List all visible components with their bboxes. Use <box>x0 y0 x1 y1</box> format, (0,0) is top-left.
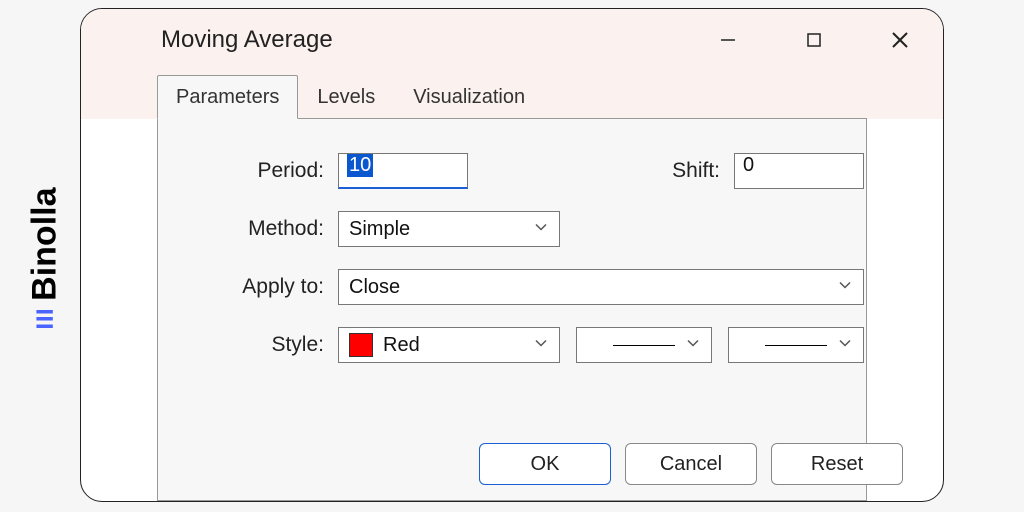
tab-label: Parameters <box>176 86 279 109</box>
reset-button[interactable]: Reset <box>771 443 903 485</box>
shift-value: 0 <box>743 154 754 176</box>
moving-average-dialog: Moving Average Parameters Levels Visuali… <box>80 8 944 502</box>
ok-button[interactable]: OK <box>479 443 611 485</box>
brand-name: Binolla <box>26 187 65 300</box>
tab-parameters[interactable]: Parameters <box>157 75 298 119</box>
shift-label: Shift: <box>672 159 720 183</box>
style-color-select[interactable]: Red <box>338 327 560 363</box>
chevron-down-icon <box>533 218 549 241</box>
tab-strip: Parameters Levels Visualization <box>81 71 943 119</box>
maximize-icon <box>806 32 822 48</box>
chevron-down-icon <box>685 334 701 357</box>
tab-visualization[interactable]: Visualization <box>394 75 544 119</box>
method-value: Simple <box>349 218 410 241</box>
minimize-button[interactable] <box>685 9 771 71</box>
period-label: Period: <box>192 159 324 183</box>
chevron-down-icon <box>533 334 549 357</box>
close-button[interactable] <box>857 9 943 71</box>
brand-logo-icon: ⲷ <box>37 301 53 333</box>
button-label: Reset <box>811 453 863 476</box>
style-label: Style: <box>192 333 324 357</box>
line-sample-icon <box>613 345 675 346</box>
style-color-name: Red <box>383 334 420 357</box>
apply-to-value: Close <box>349 276 400 299</box>
maximize-button[interactable] <box>771 9 857 71</box>
apply-to-select[interactable]: Close <box>338 269 864 305</box>
tab-levels[interactable]: Levels <box>298 75 394 119</box>
shift-input[interactable]: 0 <box>734 153 864 189</box>
title-bar: Moving Average <box>81 9 943 71</box>
period-value: 10 <box>347 154 373 177</box>
tab-label: Levels <box>317 86 375 109</box>
minimize-icon <box>719 31 737 49</box>
color-swatch-icon <box>349 333 373 357</box>
tab-label: Visualization <box>413 86 525 109</box>
button-label: OK <box>531 453 560 476</box>
period-input[interactable]: 10 <box>338 153 468 189</box>
dialog-button-row: OK Cancel Reset <box>479 443 903 485</box>
close-icon <box>890 30 910 50</box>
chevron-down-icon <box>837 276 853 299</box>
line-sample-icon <box>765 345 827 346</box>
style-line-type-select[interactable] <box>576 327 712 363</box>
cancel-button[interactable]: Cancel <box>625 443 757 485</box>
brand-watermark: ⲷ Binolla <box>26 187 65 324</box>
method-label: Method: <box>192 217 324 241</box>
apply-to-label: Apply to: <box>192 275 324 299</box>
method-select[interactable]: Simple <box>338 211 560 247</box>
window-controls <box>685 9 943 71</box>
button-label: Cancel <box>660 453 722 476</box>
dialog-title: Moving Average <box>161 26 333 54</box>
style-line-width-select[interactable] <box>728 327 864 363</box>
chevron-down-icon <box>837 334 853 357</box>
